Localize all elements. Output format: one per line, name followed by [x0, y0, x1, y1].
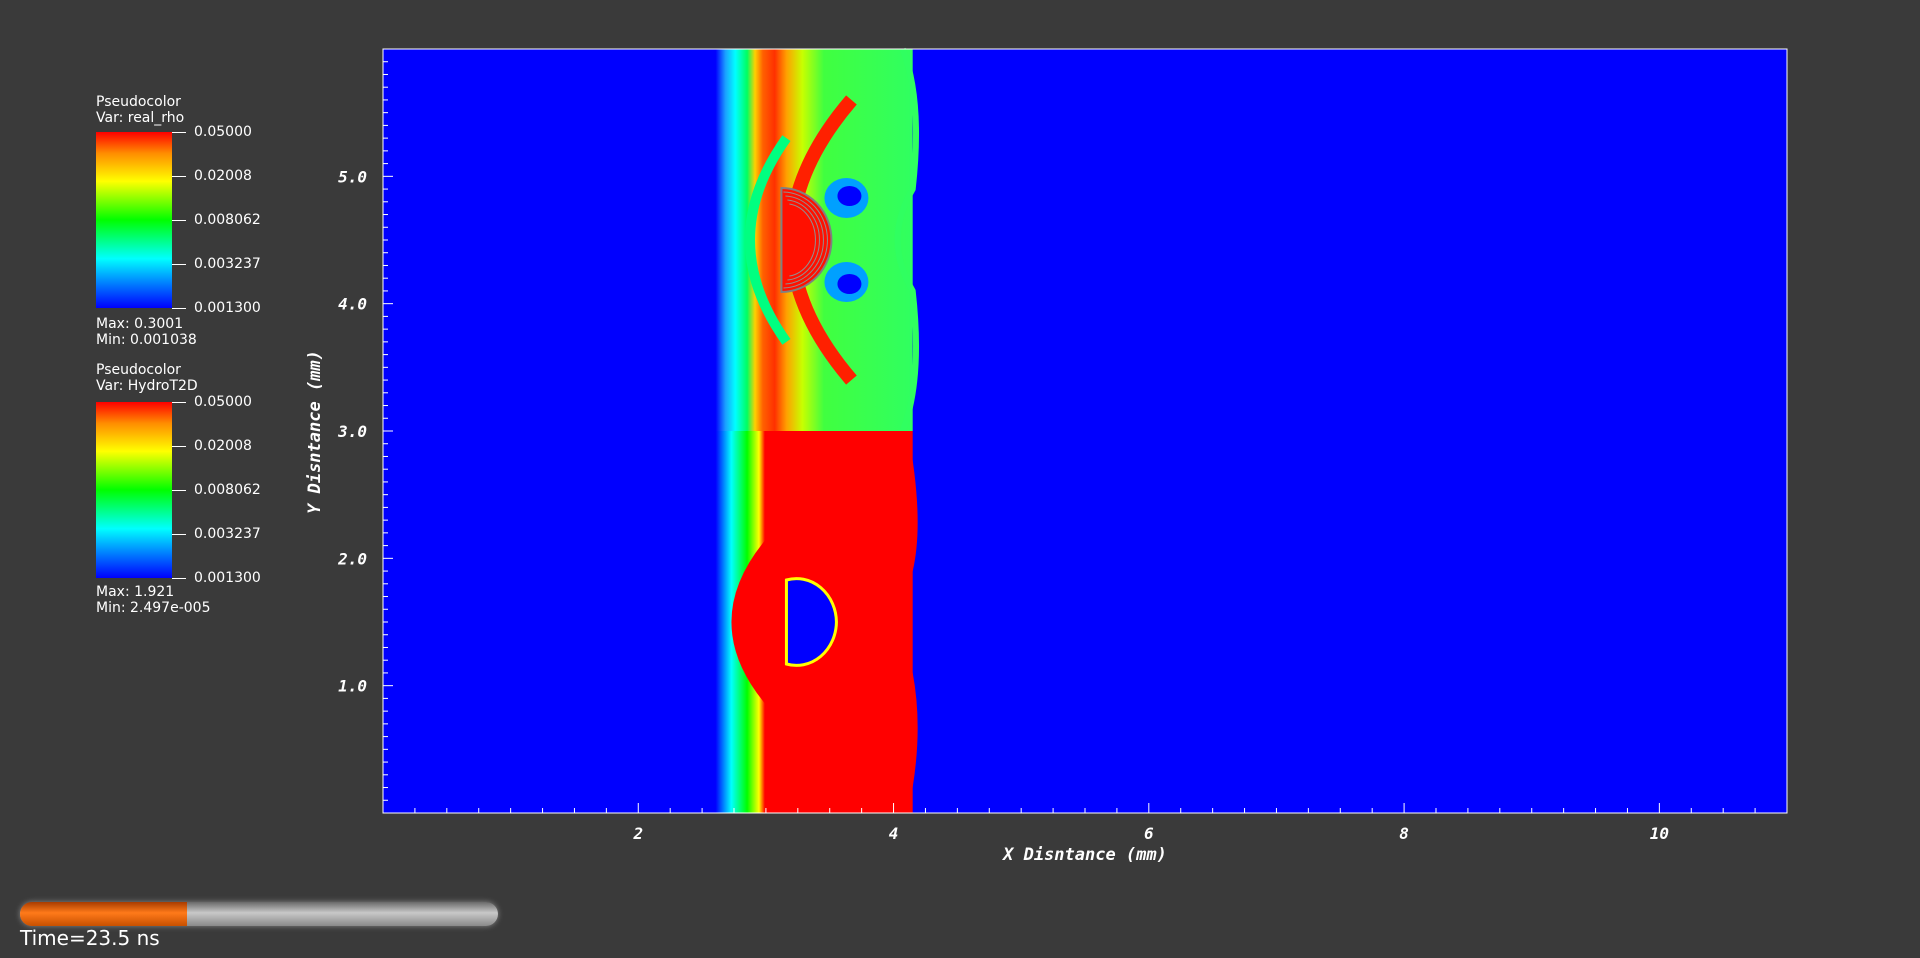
y-tick-label: 3.0 — [337, 422, 367, 441]
y-tick-label: 1.0 — [338, 677, 367, 696]
x-tick-label: 2 — [632, 824, 643, 843]
x-tick-label: 10 — [1650, 824, 1669, 843]
x-tick-label: 8 — [1399, 824, 1409, 843]
x-tick-label: 4 — [889, 824, 899, 843]
y-axis-title: Y Disntance (mm) — [305, 350, 325, 514]
y-tick-label: 4.0 — [338, 295, 367, 314]
vortex-lower-core — [837, 274, 862, 294]
heatmap-plot: 2 4 6 8 10 1.0 2.0 3.0 4.0 5.0 X Disntance (mm) Y… — [305, 47, 1788, 865]
y-tick-label: 2.0 — [337, 549, 367, 568]
x-tick-label: 6 — [1144, 824, 1154, 843]
vortex-upper-core — [837, 186, 862, 206]
time-slider-fill — [20, 902, 188, 926]
x-axis-title: X Disntance (mm) — [1001, 845, 1167, 865]
field-background — [383, 49, 1787, 813]
time-slider[interactable] — [20, 902, 498, 926]
time-label: Time=23.5 ns — [20, 926, 160, 950]
axes-layer: 2 4 6 8 10 1.0 2.0 3.0 4.0 5.0 — [337, 47, 1788, 843]
y-tick-label: 5.0 — [338, 167, 367, 186]
